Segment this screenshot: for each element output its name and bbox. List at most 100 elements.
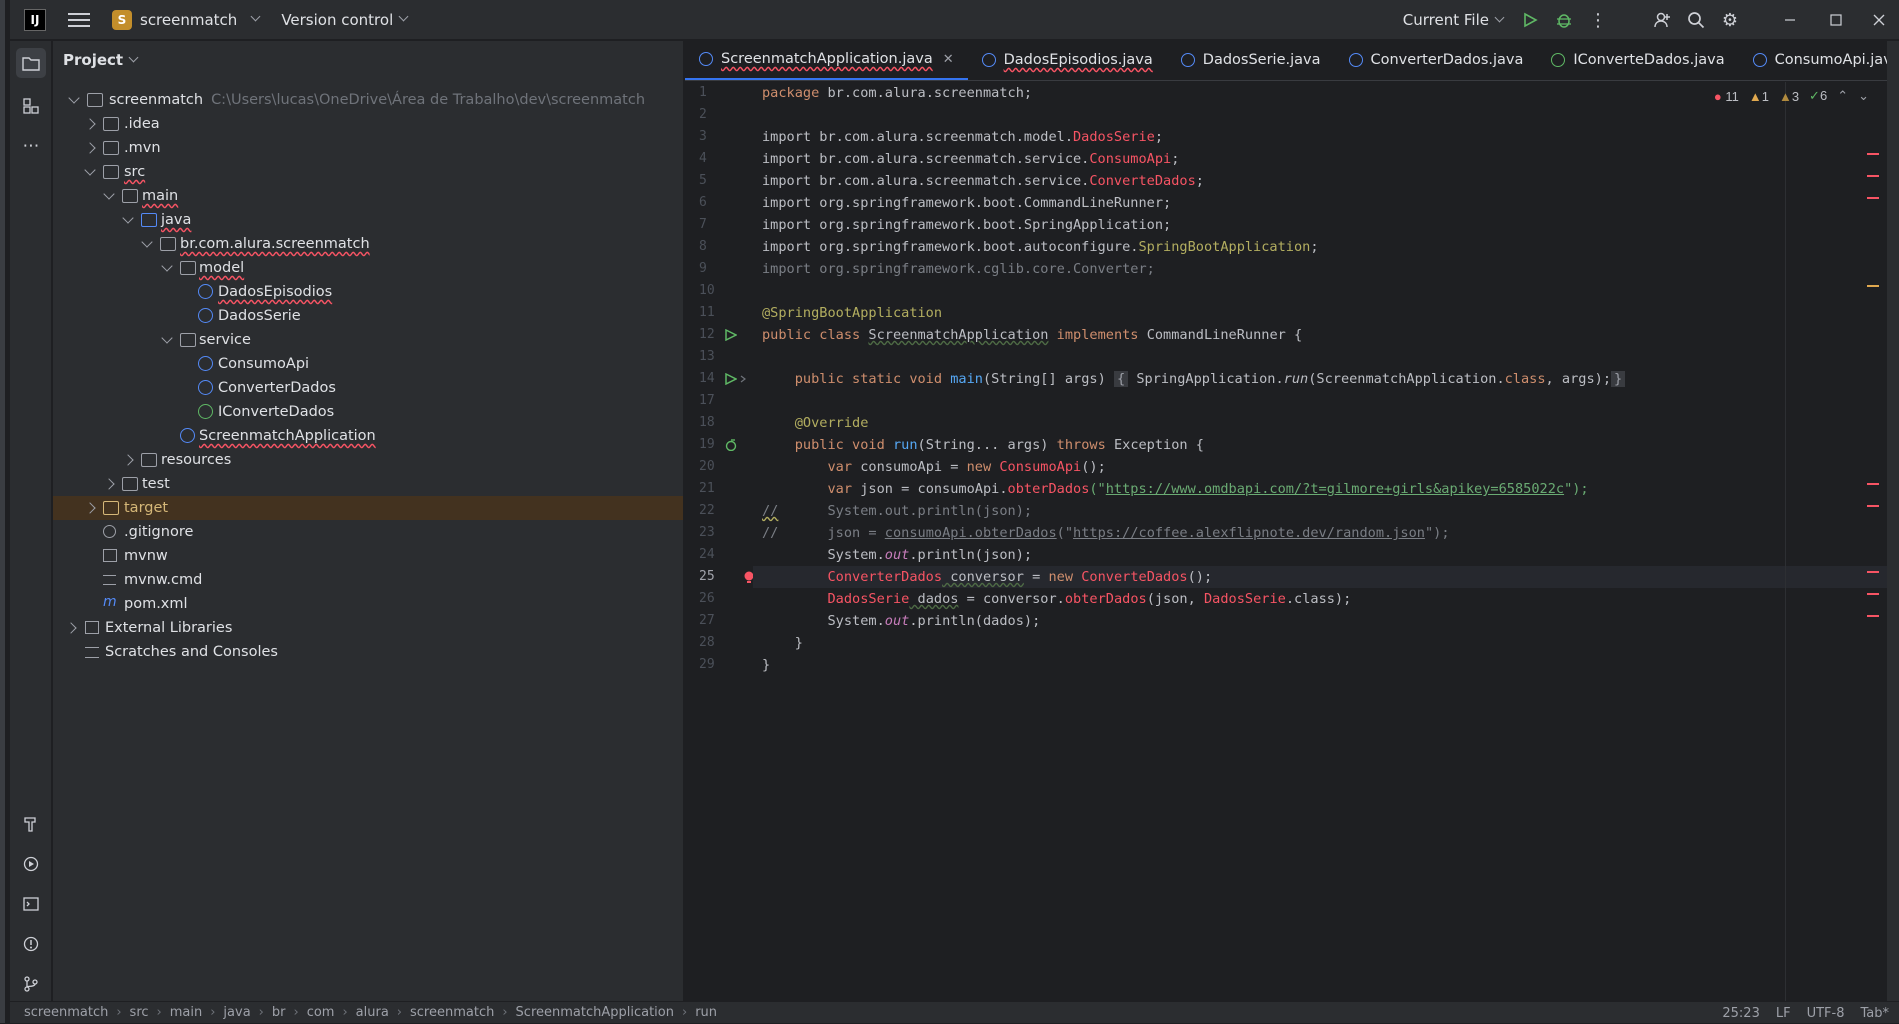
tree-item-resources[interactable]: resources [53,448,683,472]
tree-item-target[interactable]: target [53,496,683,520]
indent-setting[interactable]: Tab* [1860,1006,1889,1021]
tree-item-test[interactable]: test [53,472,683,496]
expand-arrow-icon[interactable] [122,212,134,224]
main-menu-button[interactable] [68,9,90,31]
breadcrumb-item[interactable]: br [272,1005,286,1020]
override-gutter-icon[interactable] [725,439,737,451]
file-encoding[interactable]: UTF-8 [1807,1006,1845,1021]
git-branch-icon[interactable] [16,969,46,999]
expand-arrow-icon[interactable] [103,478,115,490]
run-configuration-selector[interactable]: Current File [1403,11,1505,29]
maximize-window-icon[interactable] [1813,3,1859,37]
expand-arrow-icon[interactable] [84,164,96,176]
code-area[interactable]: package br.com.alura.screenmatch; import… [753,82,1899,1001]
tab-screenmatchapplication[interactable]: ScreenmatchApplication.java ✕ [685,40,968,80]
breadcrumb-item[interactable]: screenmatch [410,1005,494,1020]
tab-iconvertedados[interactable]: IConverteDados.java [1537,40,1738,80]
close-window-icon[interactable] [1859,3,1899,37]
tree-item-pom[interactable]: m pom.xml [53,592,683,616]
error-stripe-marker[interactable] [1867,483,1879,485]
tab-consumoapi[interactable]: ConsumoApi.java [1739,40,1899,80]
tree-item-consumoapi[interactable]: ConsumoApi [53,352,683,376]
breadcrumb-item[interactable]: alura [356,1005,389,1020]
tab-converterdados[interactable]: ConverterDados.java [1335,40,1538,80]
expand-arrow-icon[interactable] [68,92,80,104]
tree-item-model[interactable]: model [53,256,683,280]
tree-item-scratches[interactable]: Scratches and Consoles [53,640,683,664]
error-stripe-marker[interactable] [1867,505,1879,507]
breadcrumb-item[interactable]: com [307,1005,335,1020]
tree-item-idea[interactable]: .idea [53,112,683,136]
structure-icon[interactable] [16,91,46,121]
expand-arrow-icon[interactable] [161,332,173,344]
tree-item-screenmatch[interactable]: screenmatch C:\Users\lucas\OneDrive\Área … [53,88,683,112]
url-link[interactable]: https://coffee.alexflipnote.dev/random.j… [1073,525,1425,541]
tree-item-gitignore[interactable]: .gitignore [53,520,683,544]
folded-region[interactable]: { [1113,371,1129,387]
run-icon[interactable] [1513,3,1547,37]
breadcrumb-item[interactable]: screenmatch [24,1005,108,1020]
add-user-icon[interactable] [1645,3,1679,37]
problems-icon[interactable] [16,929,46,959]
previous-problem-icon[interactable]: ⌃ [1837,88,1848,104]
error-stripe-marker[interactable] [1867,593,1879,595]
expand-arrow-icon[interactable] [103,188,115,200]
breadcrumb-item[interactable]: run [695,1005,717,1020]
error-stripe-marker[interactable] [1867,175,1879,177]
tree-item-package[interactable]: br.com.alura.screenmatch [53,232,683,256]
next-problem-icon[interactable]: ⌄ [1858,88,1869,104]
warning-stripe-marker[interactable] [1867,285,1879,287]
tree-item-java[interactable]: java [53,208,683,232]
build-hammer-icon[interactable] [16,809,46,839]
services-icon[interactable] [16,849,46,879]
fold-arrow-icon[interactable] [739,375,751,387]
tree-item-mvn[interactable]: .mvn [53,136,683,160]
tab-dadosserie[interactable]: DadosSerie.java [1167,40,1335,80]
terminal-icon[interactable] [16,889,46,919]
tree-item-dadosserie[interactable]: DadosSerie [53,304,683,328]
expand-arrow-icon[interactable] [161,260,173,272]
error-stripe-marker[interactable] [1867,153,1879,155]
url-link[interactable]: https://www.omdbapi.com/?t=gilmore+girls… [1106,481,1564,497]
tree-item-iconvertedados[interactable]: IConverteDados [53,400,683,424]
more-actions-icon[interactable]: ⋮ [1581,3,1615,37]
tree-item-service[interactable]: service [53,328,683,352]
error-stripe-marker[interactable] [1867,571,1879,573]
expand-arrow-icon[interactable] [84,502,96,514]
search-icon[interactable] [1679,3,1713,37]
run-gutter-icon[interactable] [725,373,737,385]
more-tools-icon[interactable]: ⋯ [16,131,46,161]
tree-item-main[interactable]: main [53,184,683,208]
error-stripe-marker[interactable] [1867,197,1879,199]
settings-gear-icon[interactable]: ⚙ [1713,3,1747,37]
expand-arrow-icon[interactable] [65,622,77,634]
tab-dadosepisodios[interactable]: DadosEpisodios.java [968,40,1167,80]
expand-arrow-icon[interactable] [122,454,134,466]
run-gutter-icon[interactable] [725,329,737,341]
debug-icon[interactable] [1547,3,1581,37]
tree-item-screenmatchapplication[interactable]: ScreenmatchApplication [53,424,683,448]
breadcrumb-item[interactable]: ScreenmatchApplication [516,1005,674,1020]
breadcrumb-item[interactable]: main [170,1005,202,1020]
tree-item-dadosepisodios[interactable]: DadosEpisodios [53,280,683,304]
version-control-menu[interactable]: Version control [281,11,409,29]
error-stripe-marker[interactable] [1867,615,1879,617]
inspection-widget[interactable]: ● 11 ▲1 ▲3 ✓6 ⌃ ⌄ [1714,88,1869,104]
tree-item-converterdados[interactable]: ConverterDados [53,376,683,400]
tree-item-external-libraries[interactable]: External Libraries [53,616,683,640]
project-panel-header[interactable]: Project [53,41,683,79]
code-editor[interactable]: 1 2 3 4 5 6 7 8 9 10 11 12 13 14 17 18 1… [685,82,1899,1001]
breadcrumb-item[interactable]: java [223,1005,250,1020]
folded-region[interactable]: } [1611,371,1626,387]
tree-item-mvnw-cmd[interactable]: mvnw.cmd [53,568,683,592]
close-tab-icon[interactable]: ✕ [943,52,954,67]
line-separator[interactable]: LF [1776,1006,1791,1021]
project-tool-folder-icon[interactable] [16,48,46,78]
minimize-window-icon[interactable] [1767,3,1813,37]
expand-arrow-icon[interactable] [84,142,96,154]
expand-arrow-icon[interactable] [141,236,153,248]
expand-arrow-icon[interactable] [84,118,96,130]
tree-item-src[interactable]: src [53,160,683,184]
project-selector[interactable]: S screenmatch [112,9,261,30]
tree-item-mvnw[interactable]: mvnw [53,544,683,568]
